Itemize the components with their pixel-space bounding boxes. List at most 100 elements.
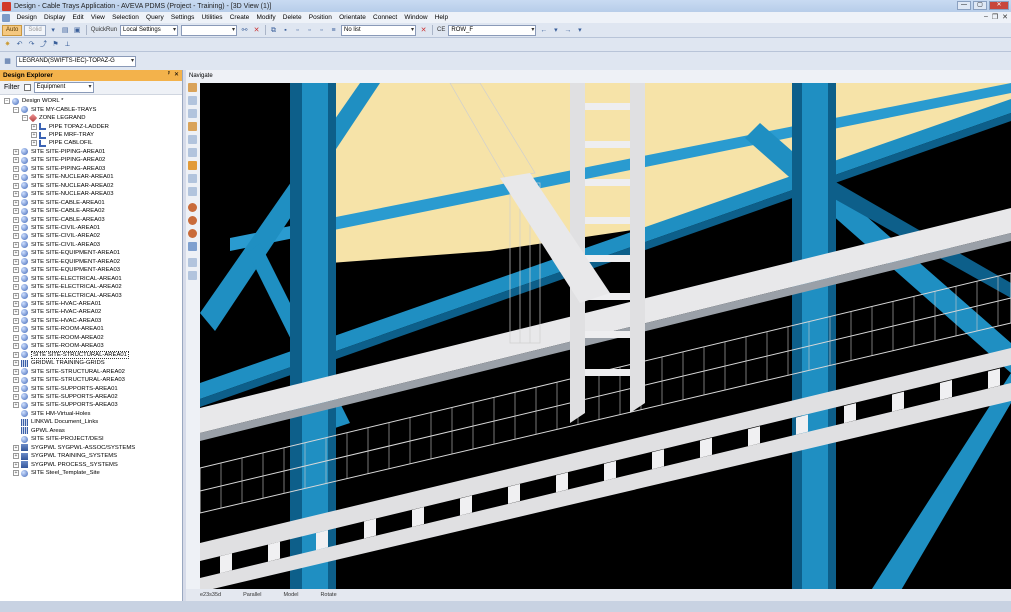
menu-design[interactable]: Design bbox=[13, 14, 40, 21]
expand-icon[interactable]: + bbox=[13, 385, 19, 392]
menu-create[interactable]: Create bbox=[226, 14, 253, 21]
tree-node[interactable]: + SITE SITE-CABLE-AREA02 bbox=[13, 207, 105, 215]
expand-icon[interactable]: + bbox=[13, 258, 19, 265]
tree-node[interactable]: + SITE SITE-SUPPORTS-AREA03 bbox=[13, 401, 118, 409]
expand-icon[interactable]: + bbox=[13, 301, 19, 308]
menu-delete[interactable]: Delete bbox=[279, 14, 305, 21]
expand-icon[interactable]: + bbox=[13, 402, 19, 409]
view-tool-icon[interactable] bbox=[188, 203, 197, 212]
flag-icon[interactable]: ⚑ bbox=[51, 40, 60, 49]
expand-icon[interactable]: + bbox=[13, 250, 19, 257]
tree-node[interactable]: + SITE SITE-NUCLEAR-AREA01 bbox=[13, 173, 114, 181]
line-tool-icon[interactable]: ⟂ bbox=[63, 40, 72, 49]
auto-button[interactable]: Auto bbox=[2, 24, 23, 36]
view-tool-icon[interactable] bbox=[188, 161, 197, 170]
expand-icon[interactable]: + bbox=[13, 157, 19, 164]
tree-node[interactable]: + SITE SITE-HVAC-AREA01 bbox=[13, 300, 101, 308]
tree-node[interactable]: − ZONE LEGRAND bbox=[22, 113, 85, 123]
tree-node[interactable]: + SITE SITE-ROOM-AREA01 bbox=[13, 325, 104, 333]
expand-icon[interactable]: + bbox=[13, 453, 19, 460]
expand-icon[interactable]: + bbox=[13, 368, 19, 375]
menu-settings[interactable]: Settings bbox=[167, 14, 198, 21]
expand-icon[interactable]: + bbox=[13, 165, 19, 172]
maximize-button[interactable]: ▢ bbox=[973, 1, 987, 10]
collapse-icon[interactable]: − bbox=[22, 115, 28, 122]
expand-icon[interactable]: + bbox=[13, 208, 19, 215]
blank-select[interactable] bbox=[181, 24, 238, 36]
tree-node[interactable]: + SITE SITE-HVAC-AREA03 bbox=[13, 317, 101, 325]
settings-select[interactable]: Local Settings bbox=[120, 24, 179, 36]
tree-node[interactable]: SITE SITE-PROJECT/DESI bbox=[13, 435, 104, 443]
menu-orientate[interactable]: Orientate bbox=[335, 14, 369, 21]
tree-node[interactable]: − SITE MY-CABLE-TRAYS bbox=[13, 105, 96, 114]
menu-query[interactable]: Query bbox=[142, 14, 167, 21]
view-tool-icon[interactable] bbox=[188, 242, 197, 251]
menu-display[interactable]: Display bbox=[40, 14, 69, 21]
tree-node[interactable]: + PIPE MRF-TRAY bbox=[31, 131, 94, 139]
3d-canvas[interactable] bbox=[200, 83, 1011, 592]
tree-node[interactable]: + SITE SITE-STRUCTURAL-AREA03 bbox=[13, 376, 125, 384]
menu-connect[interactable]: Connect bbox=[369, 14, 400, 21]
tree-node[interactable]: + SITE SITE-CABLE-AREA01 bbox=[13, 198, 105, 207]
delete-x-icon[interactable]: ✕ bbox=[252, 26, 261, 35]
view-tool-icon[interactable] bbox=[188, 148, 197, 157]
tree-node[interactable]: SITE HM-Virtual-Holes bbox=[13, 410, 90, 418]
filter-checkbox[interactable] bbox=[23, 84, 31, 91]
expand-icon[interactable]: + bbox=[13, 470, 19, 477]
solid-button[interactable]: Solid bbox=[24, 24, 46, 36]
tree-node[interactable]: + SITE SITE-ROOM-AREA03 bbox=[13, 342, 104, 350]
window2-icon[interactable]: ▫ bbox=[305, 26, 314, 35]
back-arrow-icon[interactable]: ← bbox=[539, 26, 548, 35]
menu-utilities[interactable]: Utilities bbox=[198, 14, 226, 21]
tree-node[interactable]: + SITE SITE-ELECTRICAL-AREA01 bbox=[13, 274, 122, 283]
tree-node[interactable]: + SITE SITE-SUPPORTS-AREA02 bbox=[13, 393, 118, 401]
element-field[interactable]: LEGRAND(SWIFTS-IEC)-TOPAZ-G bbox=[16, 55, 136, 67]
menu-position[interactable]: Position bbox=[305, 14, 335, 21]
tree-node[interactable]: + PIPE TOPAZ-LADDER bbox=[31, 122, 109, 131]
filter-select[interactable]: Equipment bbox=[33, 82, 94, 93]
view-tool-icon[interactable] bbox=[188, 216, 197, 225]
tree-node[interactable]: + SITE SITE-CABLE-AREA03 bbox=[13, 215, 105, 224]
tree-node[interactable]: + PIPE CABLOFIL bbox=[31, 139, 93, 147]
tree-node[interactable]: + SITE SITE-PIPING-AREA02 bbox=[13, 156, 105, 164]
window-icon[interactable]: ▫ bbox=[293, 26, 302, 35]
tree-node[interactable]: + SITE SITE-CIVIL-AREA02 bbox=[13, 232, 100, 240]
undo-icon[interactable]: ↶ bbox=[15, 40, 24, 49]
tree-node[interactable]: + SITE SITE-EQUIPMENT-AREA01 bbox=[13, 249, 120, 257]
expand-icon[interactable]: + bbox=[13, 334, 19, 341]
view-tool-icon[interactable] bbox=[188, 122, 197, 131]
expand-icon[interactable]: + bbox=[13, 199, 19, 206]
forward-arrow-icon[interactable]: → bbox=[563, 26, 572, 35]
tree-node[interactable]: + SITE SITE-CIVIL-AREA01 bbox=[13, 224, 100, 232]
expand-icon[interactable]: + bbox=[31, 132, 37, 139]
expand-icon[interactable]: + bbox=[13, 241, 19, 248]
expand-icon[interactable]: + bbox=[13, 174, 19, 181]
tree-node[interactable]: + SITE SITE-HVAC-AREA02 bbox=[13, 308, 101, 316]
current-element-select[interactable]: ROW_F bbox=[448, 24, 537, 36]
tree-node[interactable]: + SITE SITE-PIPING-AREA01 bbox=[13, 148, 105, 156]
mdi-restore-button[interactable]: ❐ bbox=[992, 13, 998, 21]
list-icon[interactable]: ≡ bbox=[329, 26, 338, 35]
collapse-icon[interactable]: − bbox=[13, 106, 19, 113]
expand-icon[interactable]: + bbox=[13, 191, 19, 198]
expand-icon[interactable]: + bbox=[13, 216, 19, 223]
tree-node[interactable]: + SITE SITE-CIVIL-AREA03 bbox=[13, 241, 100, 249]
minimize-button[interactable]: — bbox=[957, 1, 971, 10]
tree-node[interactable]: + SITE SITE-STRUCTURAL-AREA01 bbox=[13, 350, 129, 359]
menu-window[interactable]: Window bbox=[401, 14, 431, 21]
list-select[interactable]: No list bbox=[341, 24, 417, 36]
remove-list-icon[interactable]: ✕ bbox=[419, 26, 428, 35]
expand-icon[interactable]: + bbox=[13, 444, 19, 451]
star-icon[interactable]: ✷ bbox=[3, 40, 12, 49]
expand-icon[interactable]: + bbox=[31, 123, 37, 130]
dropdown-small2-icon[interactable]: ▾ bbox=[575, 26, 584, 35]
tree-node[interactable]: + GRIDWL TRAINING-GRIDS bbox=[13, 359, 105, 367]
tree-node[interactable]: + SITE SITE-EQUIPMENT-AREA02 bbox=[13, 258, 120, 266]
view-tool-icon[interactable] bbox=[188, 135, 197, 144]
tree-node[interactable]: + SYGPWL SYGPWL-ASSOC/SYSTEMS bbox=[13, 443, 135, 452]
layers-icon[interactable]: ▤ bbox=[61, 26, 70, 35]
expand-icon[interactable]: + bbox=[13, 461, 19, 468]
view-tool-icon[interactable] bbox=[188, 229, 197, 238]
collapse-icon[interactable]: − bbox=[4, 98, 10, 105]
quickrun-label[interactable]: QuickRun bbox=[91, 27, 117, 33]
